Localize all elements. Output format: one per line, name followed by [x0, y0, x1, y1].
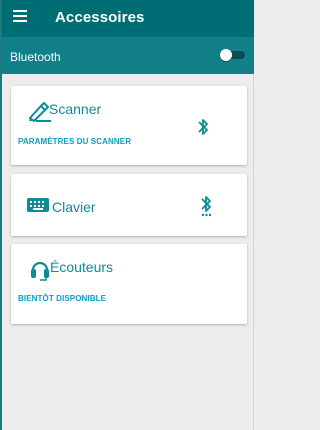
- clavier-title: Clavier: [52, 199, 96, 215]
- bluetooth-toggle-row[interactable]: Bluetooth: [0, 37, 254, 74]
- ecouteurs-card[interactable]: Écouteurs BIENTÔT DISPONIBLE: [11, 244, 247, 324]
- ecouteurs-coming-soon: BIENTÔT DISPONIBLE: [18, 294, 107, 303]
- menu-icon[interactable]: [13, 10, 27, 24]
- keyboard-icon: [27, 198, 49, 212]
- page-title: Accessoires: [55, 9, 145, 26]
- scanner-card[interactable]: Scanner PARAMÈTRES DU SCANNER: [11, 86, 247, 165]
- scanner-title: Scanner: [49, 101, 102, 117]
- bluetooth-switch[interactable]: [220, 49, 245, 61]
- ecouteurs-title: Écouteurs: [50, 259, 114, 275]
- clavier-card[interactable]: Clavier: [11, 174, 247, 236]
- bluetooth-icon: [198, 119, 208, 135]
- left-edge-divider: [0, 0, 2, 430]
- right-edge-divider: [253, 72, 254, 430]
- bluetooth-label: Bluetooth: [10, 50, 61, 64]
- switch-thumb: [220, 49, 232, 61]
- headset-icon: [31, 261, 49, 281]
- bluetooth-searching-icon: [201, 196, 212, 217]
- scanner-settings-link[interactable]: PARAMÈTRES DU SCANNER: [18, 137, 131, 146]
- app-bar: Accessoires: [0, 0, 254, 37]
